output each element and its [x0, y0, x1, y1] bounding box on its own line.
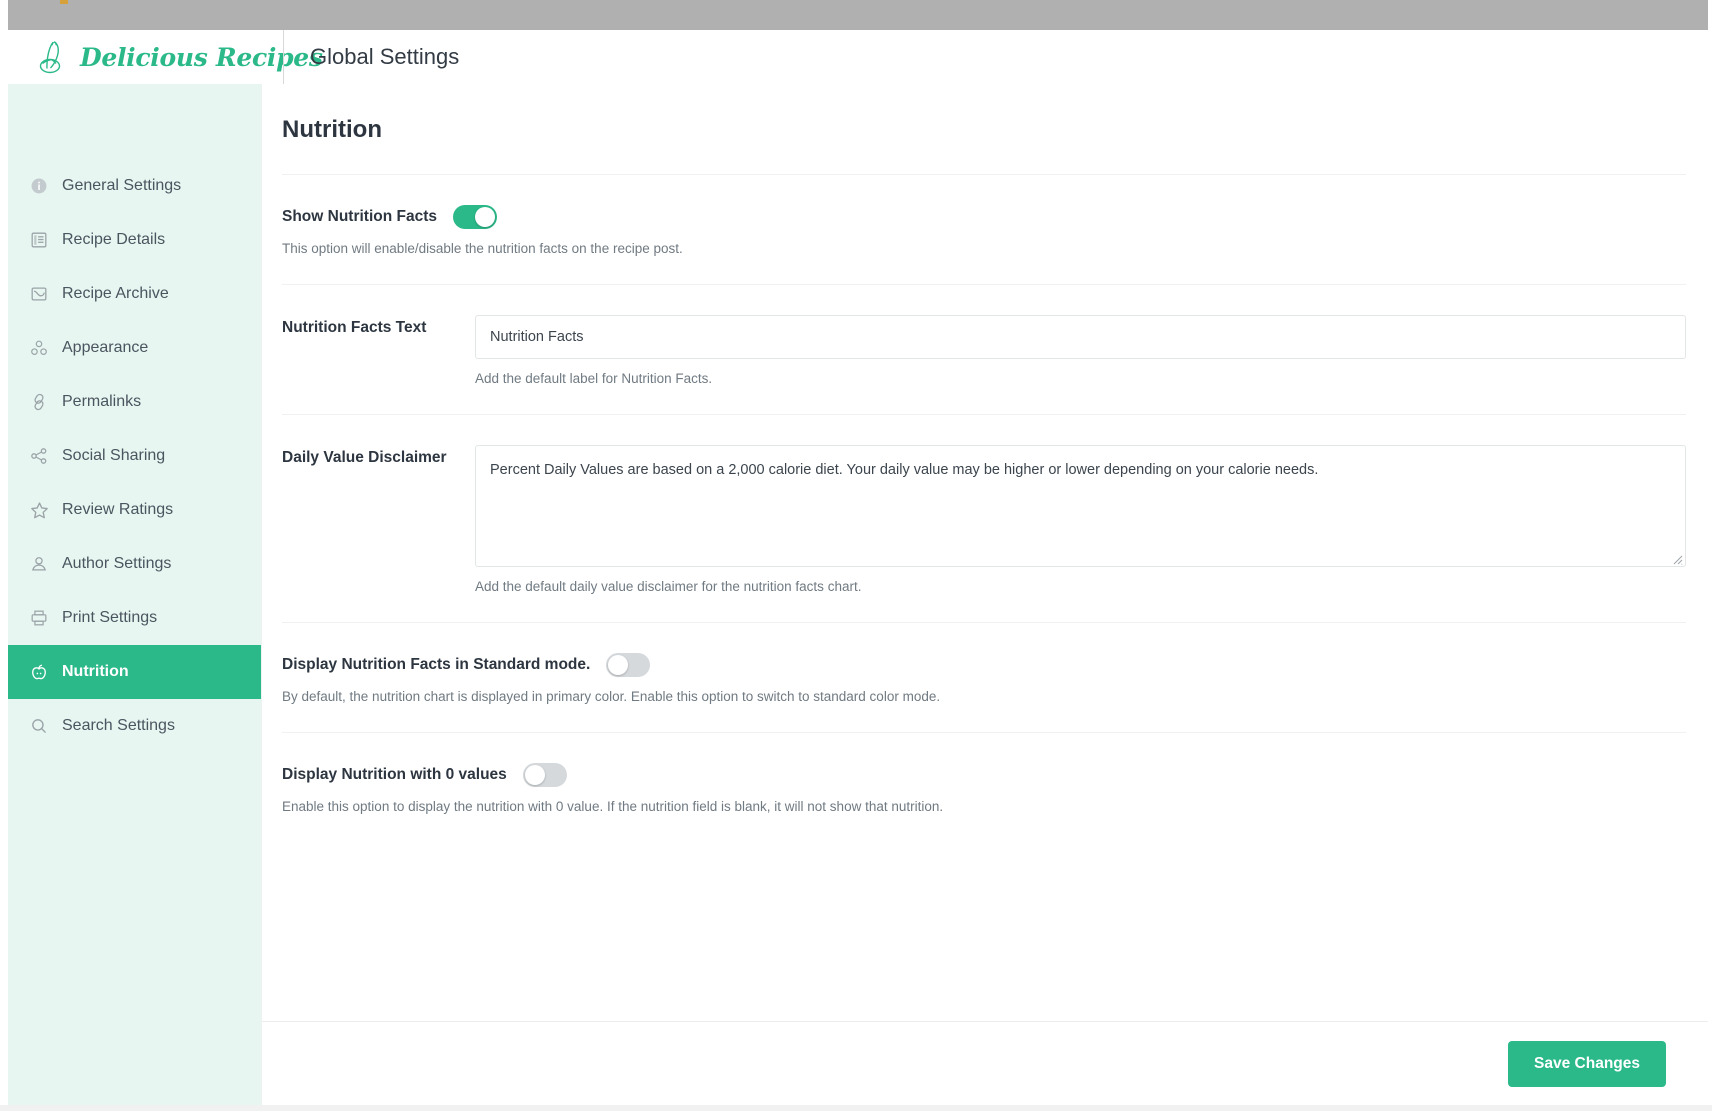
content-panel: Nutrition Show Nutrition Facts This opti…	[261, 84, 1708, 1105]
sidebar-item-label: Review Ratings	[62, 501, 173, 519]
document-lines-icon	[28, 229, 50, 251]
browser-chrome-strip	[0, 0, 1712, 30]
sidebar-item-author-settings[interactable]: Author Settings	[8, 537, 261, 591]
sidebar-item-label: Recipe Details	[62, 231, 165, 249]
sidebar-item-nutrition[interactable]: Nutrition	[8, 645, 261, 699]
standard-mode-toggle[interactable]	[606, 653, 650, 677]
toggle-knob	[475, 207, 495, 227]
archive-box-icon	[28, 283, 50, 305]
section-nutrition-facts-text: Nutrition Facts Text Add the default lab…	[282, 285, 1686, 415]
sidebar-item-label: Nutrition	[62, 663, 129, 681]
whisk-icon	[36, 38, 72, 76]
sidebar-item-review-ratings[interactable]: Review Ratings	[8, 483, 261, 537]
nutrition-facts-text-input[interactable]	[475, 315, 1686, 359]
window-bottom-strip	[0, 1105, 1712, 1111]
sidebar-item-label: Appearance	[62, 339, 148, 357]
sidebar-item-permalinks[interactable]: Permalinks	[8, 375, 261, 429]
app-root: Delicious Recipes Global Settings Genera…	[0, 0, 1712, 1111]
nutrition-facts-text-body: Add the default label for Nutrition Fact…	[475, 315, 1686, 386]
zero-values-label: Display Nutrition with 0 values	[282, 766, 507, 784]
sidebar-item-appearance[interactable]: Appearance	[8, 321, 261, 375]
sidebar-item-label: Recipe Archive	[62, 285, 169, 303]
nutrition-facts-text-helper: Add the default label for Nutrition Fact…	[475, 371, 1686, 386]
toggle-knob	[525, 765, 545, 785]
show-nutrition-facts-helper: This option will enable/disable the nutr…	[282, 241, 1686, 256]
sidebar-item-social-sharing[interactable]: Social Sharing	[8, 429, 261, 483]
standard-mode-control-row: Display Nutrition Facts in Standard mode…	[282, 653, 1686, 677]
sidebar-item-label: Permalinks	[62, 393, 141, 411]
show-nutrition-facts-toggle[interactable]	[453, 205, 497, 229]
save-changes-button[interactable]: Save Changes	[1508, 1041, 1666, 1087]
daily-value-disclaimer-body: Add the default daily value disclaimer f…	[475, 445, 1686, 594]
zero-values-helper: Enable this option to display the nutrit…	[282, 799, 1686, 814]
chrome-tab-nub	[60, 0, 68, 4]
page-title: Nutrition	[282, 84, 1686, 175]
show-nutrition-facts-control-row: Show Nutrition Facts	[282, 205, 1686, 229]
brand-logo[interactable]: Delicious Recipes	[8, 30, 283, 84]
sidebar-item-label: General Settings	[62, 177, 181, 195]
search-icon	[28, 715, 50, 737]
standard-mode-label: Display Nutrition Facts in Standard mode…	[282, 656, 590, 674]
palette-nodes-icon	[28, 337, 50, 359]
link-chain-icon	[28, 391, 50, 413]
sidebar-item-label: Print Settings	[62, 609, 157, 627]
layout: General Settings Recipe Details	[8, 84, 1708, 1105]
sidebar: General Settings Recipe Details	[8, 84, 261, 1105]
sidebar-item-search-settings[interactable]: Search Settings	[8, 699, 261, 753]
share-nodes-icon	[28, 445, 50, 467]
section-zero-values: Display Nutrition with 0 values Enable t…	[282, 733, 1686, 842]
nutrition-facts-text-label: Nutrition Facts Text	[282, 315, 475, 337]
page-header-title: Global Settings	[284, 44, 459, 70]
sidebar-item-general-settings[interactable]: General Settings	[8, 159, 261, 213]
chrome-left-edge	[0, 0, 8, 30]
section-standard-mode: Display Nutrition Facts in Standard mode…	[282, 623, 1686, 733]
printer-icon	[28, 607, 50, 629]
daily-value-disclaimer-textarea-wrap	[475, 445, 1686, 567]
sidebar-item-recipe-details[interactable]: Recipe Details	[8, 213, 261, 267]
chrome-right-edge	[1708, 0, 1712, 30]
toggle-knob	[608, 655, 628, 675]
sidebar-item-label: Social Sharing	[62, 447, 165, 465]
daily-value-disclaimer-label: Daily Value Disclaimer	[282, 445, 475, 467]
user-outline-icon	[28, 553, 50, 575]
daily-value-disclaimer-helper: Add the default daily value disclaimer f…	[475, 579, 1686, 594]
zero-values-toggle[interactable]	[523, 763, 567, 787]
standard-mode-helper: By default, the nutrition chart is displ…	[282, 689, 1686, 704]
content-footer: Save Changes	[262, 1021, 1708, 1105]
section-daily-value-disclaimer: Daily Value Disclaimer	[282, 415, 1686, 623]
sidebar-item-print-settings[interactable]: Print Settings	[8, 591, 261, 645]
zero-values-control-row: Display Nutrition with 0 values	[282, 763, 1686, 787]
sidebar-item-recipe-archive[interactable]: Recipe Archive	[8, 267, 261, 321]
info-circle-icon	[28, 175, 50, 197]
apple-icon	[28, 661, 50, 683]
app-header: Delicious Recipes Global Settings	[8, 30, 1708, 84]
show-nutrition-facts-label: Show Nutrition Facts	[282, 208, 437, 226]
section-show-nutrition-facts: Show Nutrition Facts This option will en…	[282, 175, 1686, 285]
content-scroll-area: Nutrition Show Nutrition Facts This opti…	[262, 84, 1708, 1021]
sidebar-item-label: Author Settings	[62, 555, 171, 573]
star-outline-icon	[28, 499, 50, 521]
daily-value-disclaimer-textarea[interactable]	[475, 445, 1686, 567]
sidebar-item-label: Search Settings	[62, 717, 175, 735]
